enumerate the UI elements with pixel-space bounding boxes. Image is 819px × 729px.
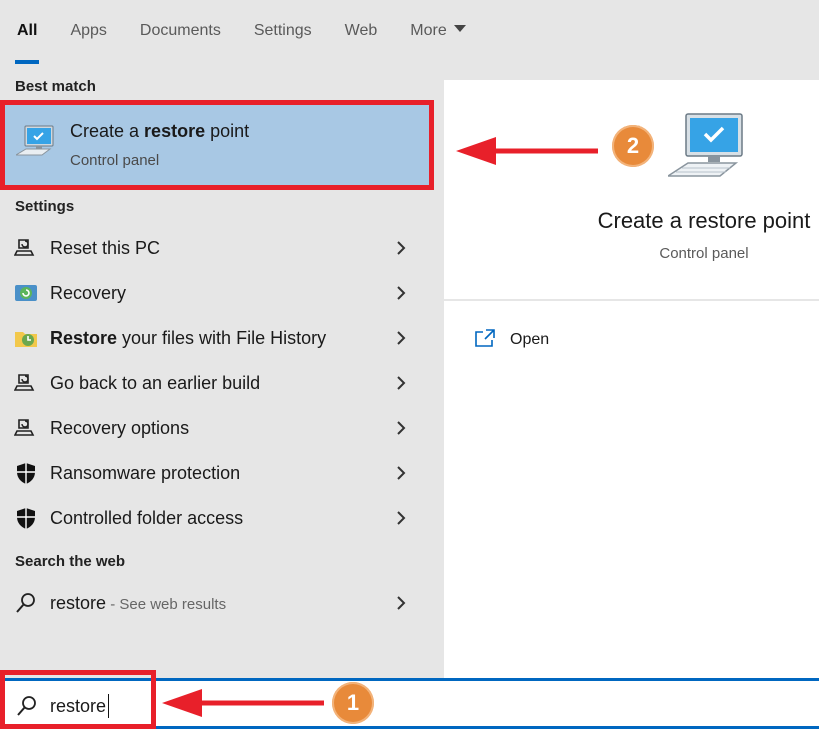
- shield-icon: [17, 463, 35, 484]
- settings-item-recovery[interactable]: Recovery: [0, 271, 430, 316]
- search-filter-tabs: All Apps Documents Settings Web More: [0, 0, 819, 64]
- tab-all[interactable]: All: [14, 0, 40, 64]
- preview-subtitle: Control panel: [659, 245, 749, 262]
- file-history-icon: [15, 332, 37, 347]
- settings-item-ransomware-protection[interactable]: Ransomware protection: [0, 451, 430, 496]
- tab-settings[interactable]: Settings: [254, 0, 312, 64]
- settings-item-controlled-folder-access[interactable]: Controlled folder access: [0, 496, 430, 541]
- web-search-result[interactable]: restore - See web results: [0, 581, 430, 626]
- caret-down-icon: [453, 25, 466, 32]
- chevron-right-icon: [397, 511, 406, 525]
- step-badge-2: 2: [612, 125, 654, 167]
- windows-search-panel: All Apps Documents Settings Web More Bes…: [0, 0, 819, 729]
- section-label-settings: Settings: [15, 198, 75, 215]
- chevron-right-icon: [397, 376, 406, 390]
- highlight-box-best-match: [0, 100, 434, 190]
- preview-divider: [444, 299, 819, 301]
- settings-item-label: Controlled folder access: [50, 508, 244, 528]
- chevron-right-icon: [397, 596, 406, 610]
- preview-pane: [444, 80, 819, 678]
- chevron-right-icon: [397, 286, 406, 300]
- tab-documents[interactable]: Documents: [140, 0, 221, 64]
- reset-pc-icon: [14, 419, 35, 436]
- chevron-right-icon: [397, 241, 406, 255]
- open-action-label: Open: [510, 331, 550, 348]
- arrow-left-icon: [456, 137, 598, 165]
- settings-item-label: Recovery: [50, 283, 127, 303]
- open-external-icon: [475, 329, 495, 347]
- settings-item-label: Ransomware protection: [50, 463, 241, 483]
- tab-more[interactable]: More: [410, 0, 466, 64]
- chevron-right-icon: [397, 331, 406, 345]
- chevron-right-icon: [397, 421, 406, 435]
- web-search-label: restore - See web results: [50, 593, 227, 613]
- highlight-box-search: [0, 670, 156, 729]
- chevron-right-icon: [397, 466, 406, 480]
- web-search-hint: - See web results: [106, 596, 227, 613]
- settings-item-reset-this-pc[interactable]: Reset this PC: [0, 226, 430, 271]
- settings-item-file-history[interactable]: Restore your files with File History: [0, 316, 430, 361]
- step-badge-1: 1: [332, 682, 374, 724]
- search-icon: [16, 593, 35, 613]
- settings-item-label: Restore your files with File History: [50, 328, 327, 348]
- tab-apps[interactable]: Apps: [70, 0, 106, 64]
- computer-checkmark-icon: [668, 113, 743, 177]
- settings-item-earlier-build[interactable]: Go back to an earlier build: [0, 361, 430, 406]
- preview-title: Create a restore point: [597, 208, 811, 233]
- reset-pc-icon: [14, 374, 35, 391]
- settings-item-recovery-options[interactable]: Recovery options: [0, 406, 430, 451]
- section-label-best-match: Best match: [15, 78, 96, 95]
- settings-item-label: Reset this PC: [50, 238, 161, 258]
- settings-item-label: Go back to an earlier build: [50, 373, 261, 393]
- shield-icon: [17, 508, 35, 529]
- settings-item-label: Recovery options: [50, 418, 190, 438]
- tab-web[interactable]: Web: [345, 0, 378, 64]
- reset-pc-icon: [14, 239, 35, 256]
- recovery-icon: [15, 285, 37, 301]
- section-label-search-the-web: Search the web: [15, 553, 126, 570]
- arrow-left-icon: [162, 689, 324, 717]
